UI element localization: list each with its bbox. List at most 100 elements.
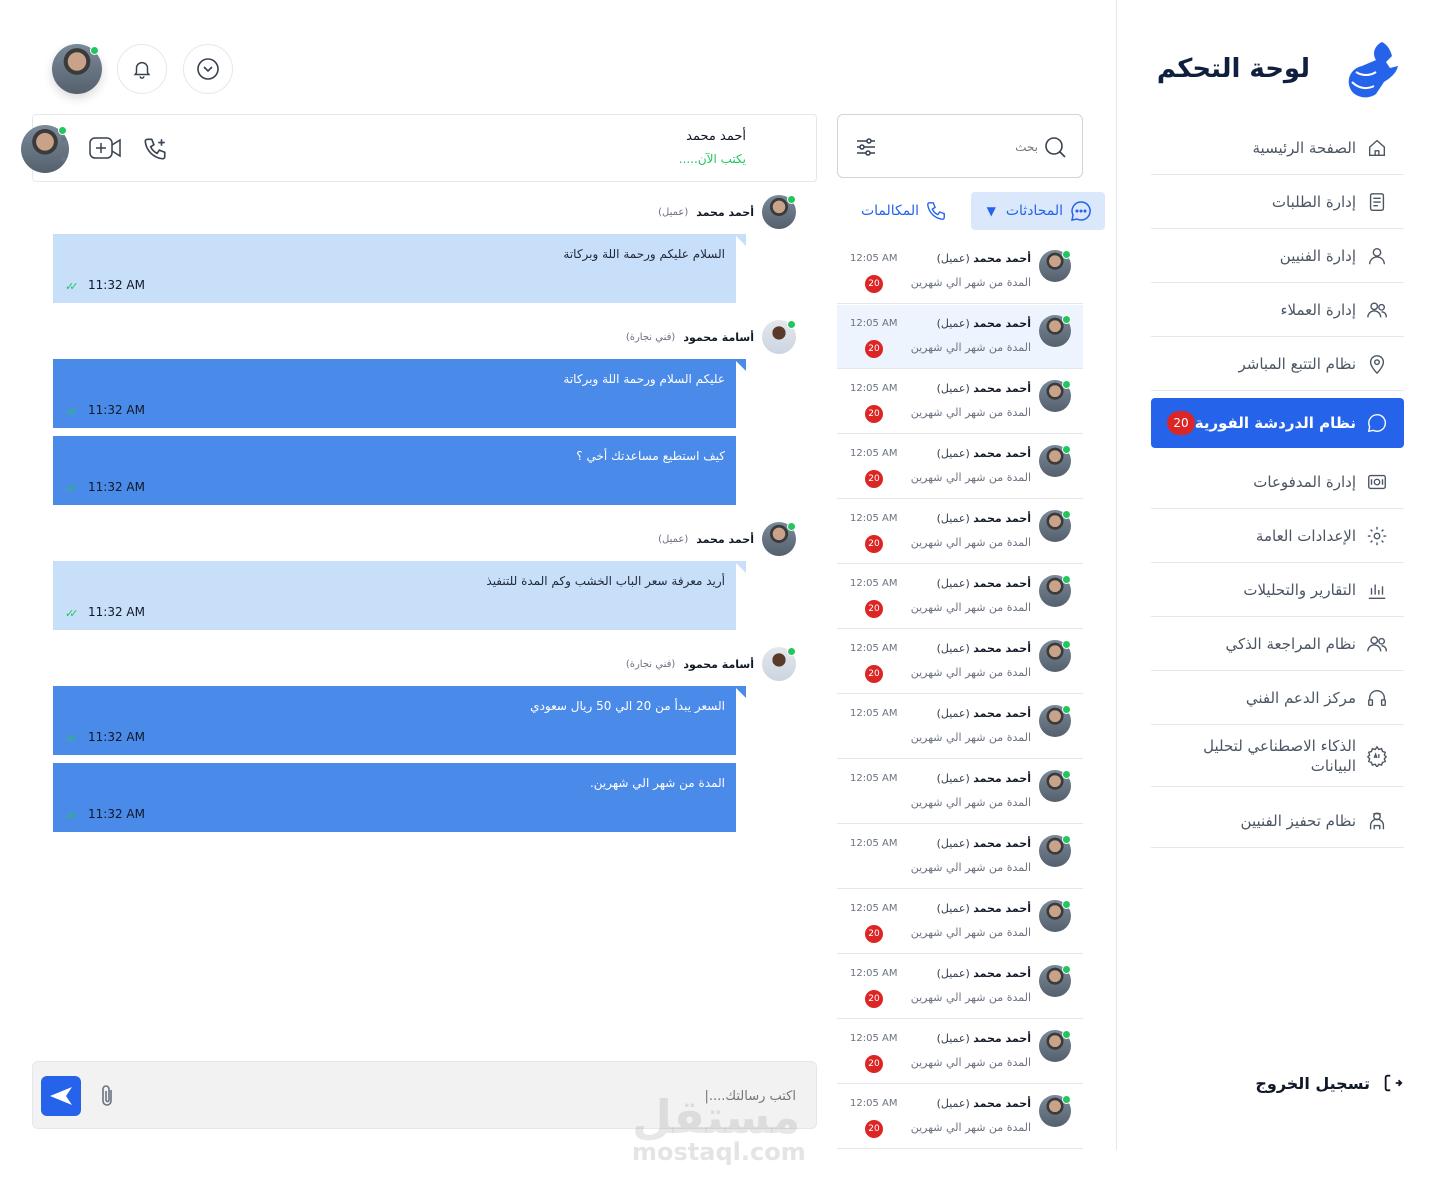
sidebar-item-11[interactable]: مركز الدعم الفني	[1151, 671, 1404, 725]
send-icon	[50, 1087, 72, 1105]
conversation-avatar	[1039, 315, 1071, 347]
message-sender: أسامة محمود (فني نجارة)	[626, 647, 796, 681]
location-pin-icon	[1366, 353, 1388, 375]
conversation-time: 12:05 AM	[850, 903, 898, 914]
conversation-item[interactable]: أحمد محمد (عميل) المدة من شهر الي شهرين 12…	[837, 1020, 1083, 1084]
message-bubble: السعر يبدأ من 20 الي 50 ريال سعودي 11:32 …	[53, 686, 746, 755]
message-sender: أسامة محمود (فني نجارة)	[626, 320, 796, 354]
message-text: السلام عليكم ورحمة اللة وبركاتة	[563, 247, 725, 261]
conversation-avatar	[1039, 705, 1071, 737]
more-options-icon[interactable]	[60, 137, 66, 161]
search-input[interactable]	[908, 135, 1038, 159]
sidebar-item-10[interactable]: نظام المراجعة الذكي	[1151, 617, 1404, 671]
sidebar-item-3[interactable]: إدارة الفنيين	[1151, 229, 1404, 283]
sidebar-item-4[interactable]: إدارة العملاء	[1151, 283, 1404, 337]
conversation-avatar	[1039, 250, 1071, 282]
sidebar-item-1[interactable]: الصفحة الرئيسية	[1151, 121, 1404, 175]
tab-calls[interactable]: المكالمات	[837, 192, 971, 230]
users-review-icon	[1366, 633, 1388, 655]
unread-badge: 20	[865, 405, 883, 423]
double-check-icon: ✓✓	[65, 809, 79, 822]
chat-header: أحمد محمد يكتب الآن.....	[21, 114, 817, 182]
users-icon	[1366, 299, 1388, 321]
sidebar-item-9[interactable]: التقارير والتحليلات	[1151, 563, 1404, 617]
conversation-avatar	[1039, 1095, 1071, 1127]
logo-icon	[1338, 38, 1402, 102]
double-check-icon: ✓✓	[65, 607, 79, 620]
filter-icon[interactable]	[854, 135, 878, 159]
message-time: 11:32 AM	[88, 605, 145, 619]
sidebar-item-label: الصفحة الرئيسية	[1252, 138, 1357, 157]
conversation-item[interactable]: أحمد محمد (عميل) المدة من شهر الي شهرين 12…	[837, 305, 1083, 369]
conversation-preview: المدة من شهر الي شهرين	[910, 341, 1031, 354]
unread-badge: 20	[865, 535, 883, 553]
tab-chats[interactable]: المحادثات ▼	[971, 192, 1105, 230]
conversation-time: 12:05 AM	[850, 1098, 898, 1109]
bell-icon	[133, 61, 151, 79]
conversation-item[interactable]: أحمد محمد (عميل) المدة من شهر الي شهرين 12…	[837, 890, 1083, 954]
conversation-name: أحمد محمد (عميل)	[936, 252, 1031, 265]
bar-chart-icon	[1366, 579, 1388, 601]
headset-icon	[1366, 687, 1388, 709]
sidebar-item-2[interactable]: إدارة الطلبات	[1151, 175, 1404, 229]
sidebar-item-6[interactable]: نظام الدردشة الفورية 20	[1151, 398, 1404, 448]
notifications-button[interactable]	[117, 44, 167, 94]
message-bubble: أريد معرفة سعر الباب الخشب وكم المدة للت…	[53, 561, 746, 630]
message-text: أريد معرفة سعر الباب الخشب وكم المدة للت…	[486, 574, 725, 588]
search-icon	[1045, 137, 1066, 158]
send-button[interactable]	[41, 1076, 81, 1116]
conversation-preview: المدة من شهر الي شهرين	[910, 731, 1031, 744]
conversation-item[interactable]: أحمد محمد (عميل) المدة من شهر الي شهرين 12…	[837, 760, 1083, 824]
conversation-item[interactable]: أحمد محمد (عميل) المدة من شهر الي شهرين 12…	[837, 955, 1083, 1019]
sidebar-item-7[interactable]: إدارة المدفوعات	[1151, 455, 1404, 509]
unread-badge: 20	[865, 1120, 883, 1138]
conversation-item[interactable]: أحمد محمد (عميل) المدة من شهر الي شهرين 12…	[837, 695, 1083, 759]
chevron-down-circle-icon	[197, 58, 219, 80]
conversation-avatar	[1039, 380, 1071, 412]
conversation-name: أحمد محمد (عميل)	[936, 837, 1031, 850]
sidebar-item-5[interactable]: نظام التتبع المباشر	[1151, 337, 1404, 391]
message-time: 11:32 AM	[88, 403, 145, 417]
account-menu-button[interactable]	[183, 44, 233, 94]
conversations-panel: المحادثات ▼ المكالمات أحمد محمد (عميل) ال…	[837, 114, 1105, 1163]
conversation-item[interactable]: أحمد محمد (عميل) المدة من شهر الي شهرين 12…	[837, 240, 1083, 304]
conversation-name: أحمد محمد (عميل)	[936, 512, 1031, 525]
watermark-domain: mostaql.com	[632, 1138, 806, 1166]
conversation-item[interactable]: أحمد محمد (عميل) المدة من شهر الي شهرين 12…	[837, 435, 1083, 499]
sidebar-item-13[interactable]: نظام تحفيز الفنيين	[1151, 794, 1404, 848]
sidebar-item-12[interactable]: الذكاء الاصطناعي لتحليل البيانات	[1151, 725, 1404, 787]
conversation-time: 12:05 AM	[850, 708, 898, 719]
conversation-item[interactable]: أحمد محمد (عميل) المدة من شهر الي شهرين 12…	[837, 1085, 1083, 1149]
sidebar-item-8[interactable]: الإعدادات العامة	[1151, 509, 1404, 563]
user-avatar[interactable]	[52, 44, 102, 94]
conversation-preview: المدة من شهر الي شهرين	[910, 861, 1031, 874]
message-sender: أحمد محمد (عميل)	[658, 522, 796, 556]
conversation-preview: المدة من شهر الي شهرين	[910, 471, 1031, 484]
settings-icon	[1366, 525, 1388, 547]
sidebar-item-label: نظام التتبع المباشر	[1238, 354, 1356, 373]
sidebar-item-label: إدارة المدفوعات	[1253, 472, 1356, 491]
app-title: لوحة التحكم	[1156, 54, 1310, 84]
conversation-preview: المدة من شهر الي شهرين	[910, 406, 1031, 419]
conversation-name: أحمد محمد (عميل)	[936, 902, 1031, 915]
conversation-preview: المدة من شهر الي شهرين	[910, 666, 1031, 679]
sidebar: لوحة التحكم الصفحة الرئيسية إدارة الطلبات…	[1116, 0, 1440, 1150]
conversation-item[interactable]: أحمد محمد (عميل) المدة من شهر الي شهرين 12…	[837, 500, 1083, 564]
paperclip-icon[interactable]	[97, 1084, 117, 1108]
conversation-item[interactable]: أحمد محمد (عميل) المدة من شهر الي شهرين 12…	[837, 565, 1083, 629]
logout-button[interactable]: تسجيل الخروج	[1255, 1072, 1404, 1094]
conversation-item[interactable]: أحمد محمد (عميل) المدة من شهر الي شهرين 12…	[837, 630, 1083, 694]
double-check-icon: ✓✓	[65, 732, 79, 745]
conversation-preview: المدة من شهر الي شهرين	[910, 1121, 1031, 1134]
conversation-name: أحمد محمد (عميل)	[936, 1097, 1031, 1110]
unread-badge: 20	[865, 275, 883, 293]
video-call-icon[interactable]	[88, 134, 122, 162]
conversation-item[interactable]: أحمد محمد (عميل) المدة من شهر الي شهرين 12…	[837, 825, 1083, 889]
message-time: 11:32 AM	[88, 278, 145, 292]
conversation-time: 12:05 AM	[850, 318, 898, 329]
conversation-preview: المدة من شهر الي شهرين	[910, 796, 1031, 809]
add-call-icon[interactable]	[142, 136, 168, 162]
conversation-item[interactable]: أحمد محمد (عميل) المدة من شهر الي شهرين 12…	[837, 370, 1083, 434]
double-check-icon: ✓✓	[65, 405, 79, 418]
sidebar-item-label: نظام تحفيز الفنيين	[1240, 811, 1356, 830]
